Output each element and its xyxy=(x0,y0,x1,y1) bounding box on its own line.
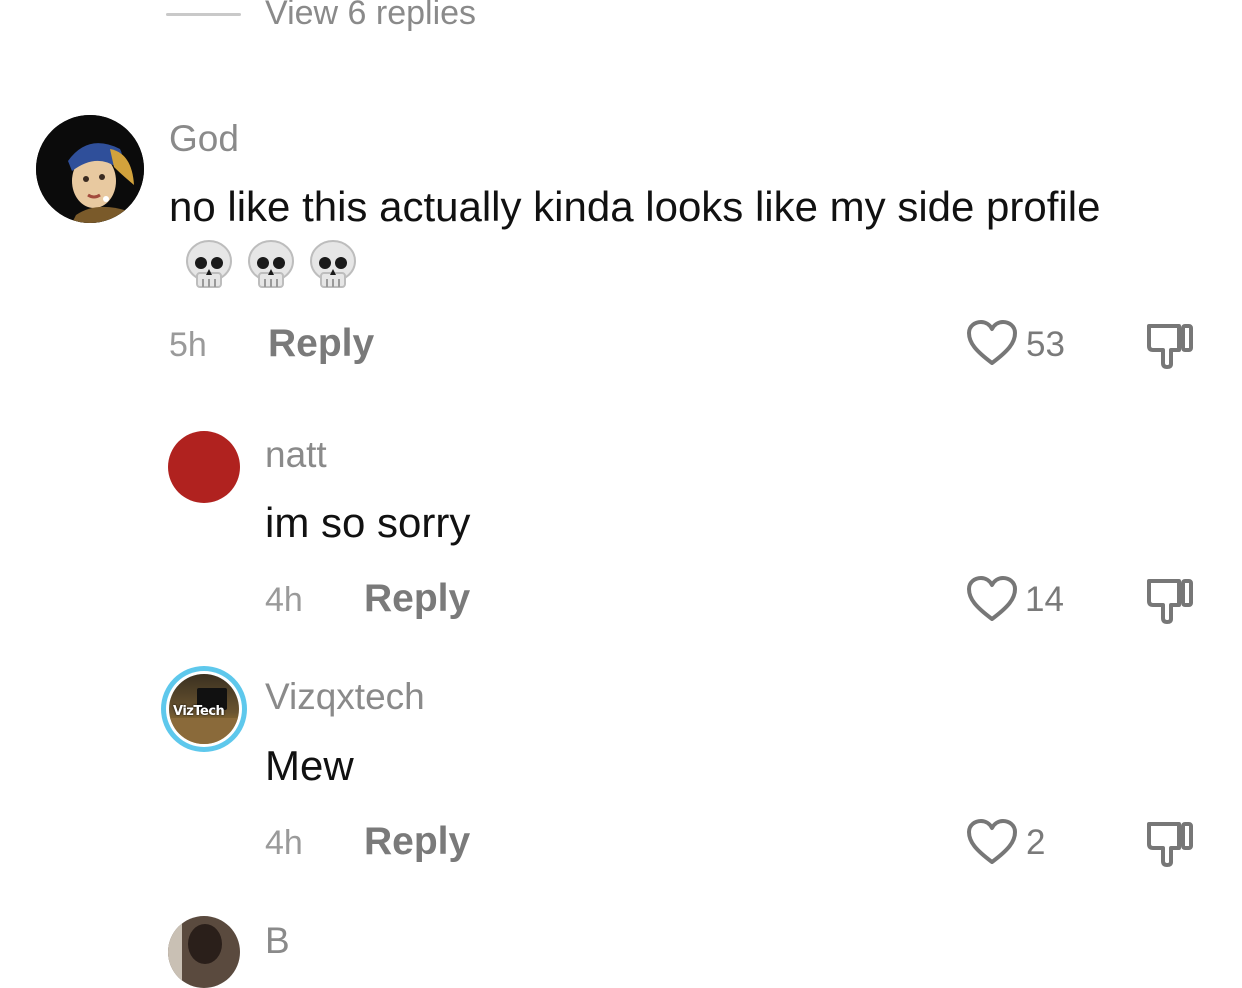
avatar-brand-text: VizTech xyxy=(173,704,225,719)
reply-button[interactable]: Reply xyxy=(364,577,470,621)
comment-body: no like this actually kinda looks like m… xyxy=(169,183,1101,230)
thumbs-down-outline-icon[interactable] xyxy=(1145,320,1195,370)
avatar[interactable] xyxy=(168,431,240,503)
skull-emoji-group xyxy=(183,237,363,309)
avatar-image: VizTech xyxy=(166,671,242,747)
comment-time: 4h xyxy=(265,824,303,862)
heart-outline-icon[interactable] xyxy=(966,818,1018,866)
comment-time: 5h xyxy=(169,326,207,364)
comment-username[interactable]: Vizqxtech xyxy=(265,676,425,718)
avatar-desk-shape xyxy=(169,718,239,744)
like-count: 2 xyxy=(1026,823,1046,862)
skull-icon xyxy=(186,240,356,288)
comment-text: no like this actually kinda looks like m… xyxy=(169,177,1129,309)
avatar-image xyxy=(188,924,222,964)
reply-button[interactable]: Reply xyxy=(268,322,374,366)
comment-username[interactable]: natt xyxy=(265,434,327,476)
comment-text: Mew xyxy=(265,742,354,789)
view-replies-link[interactable]: View 6 replies xyxy=(265,0,476,33)
avatar[interactable] xyxy=(168,916,240,988)
like-count: 14 xyxy=(1025,580,1064,619)
thumbs-down-outline-icon[interactable] xyxy=(1145,818,1195,868)
avatar-background-shape xyxy=(168,916,182,988)
comment-time: 4h xyxy=(265,581,303,619)
comment-username[interactable]: God xyxy=(169,118,239,160)
comment-text: im so sorry xyxy=(265,499,471,546)
comment-username[interactable]: B xyxy=(265,920,290,962)
avatar[interactable] xyxy=(36,115,144,223)
portrait-image xyxy=(36,115,144,223)
replies-divider-line xyxy=(166,13,241,16)
reply-button[interactable]: Reply xyxy=(364,820,470,864)
heart-outline-icon[interactable] xyxy=(966,319,1018,367)
thumbs-down-outline-icon[interactable] xyxy=(1145,575,1195,625)
like-count: 53 xyxy=(1026,325,1065,364)
avatar[interactable]: VizTech xyxy=(161,666,247,752)
heart-outline-icon[interactable] xyxy=(966,575,1018,623)
